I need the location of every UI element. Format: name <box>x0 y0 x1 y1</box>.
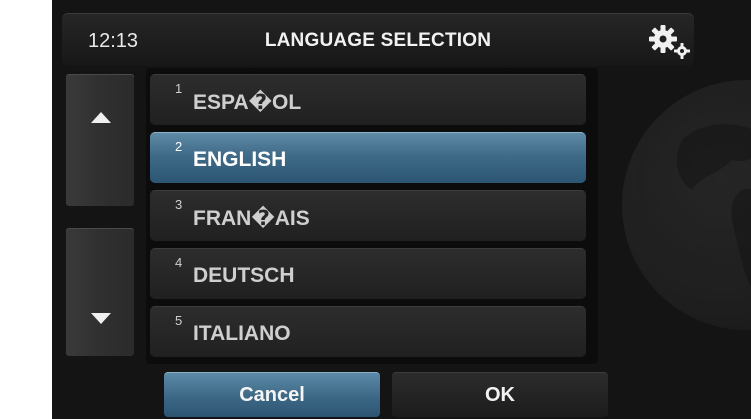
scroll-up-button[interactable] <box>66 74 134 206</box>
cancel-button[interactable]: Cancel <box>164 372 380 417</box>
ok-button[interactable]: OK <box>392 372 608 417</box>
item-label: ENGLISH <box>193 148 287 171</box>
language-item-4[interactable]: 4 DEUTSCH <box>150 248 586 299</box>
item-label: FRAN�AIS <box>193 207 310 230</box>
gear-icon[interactable] <box>647 21 695 61</box>
scroll-down-button[interactable] <box>66 228 134 356</box>
item-number: 4 <box>175 255 183 270</box>
item-label: DEUTSCH <box>193 264 295 287</box>
item-number: 2 <box>175 139 183 154</box>
language-item-1[interactable]: 1 ESPA�OL <box>150 74 586 125</box>
item-label: ITALIANO <box>193 322 291 345</box>
language-item-5[interactable]: 5 ITALIANO <box>150 306 586 357</box>
header-bar: 12:13 LANGUAGE SELECTION <box>62 13 694 66</box>
item-number: 3 <box>175 197 183 212</box>
arrow-up-icon <box>91 112 111 123</box>
arrow-down-icon <box>91 313 111 324</box>
item-number: 1 <box>175 81 183 96</box>
page-title: LANGUAGE SELECTION <box>264 30 492 51</box>
language-item-3[interactable]: 3 FRAN�AIS <box>150 190 586 241</box>
language-item-2[interactable]: 2 ENGLISH <box>150 132 586 183</box>
globe-icon <box>622 80 751 330</box>
language-list: 1 ESPA�OL 2 ENGLISH 3 FRAN�AIS 4 DEUTSCH… <box>146 68 598 364</box>
device-screen: 12:13 LANGUAGE SELECTION 1 ESPA�OL 2 ENG… <box>52 0 751 419</box>
item-label: ESPA�OL <box>193 91 302 114</box>
item-number: 5 <box>175 313 183 328</box>
